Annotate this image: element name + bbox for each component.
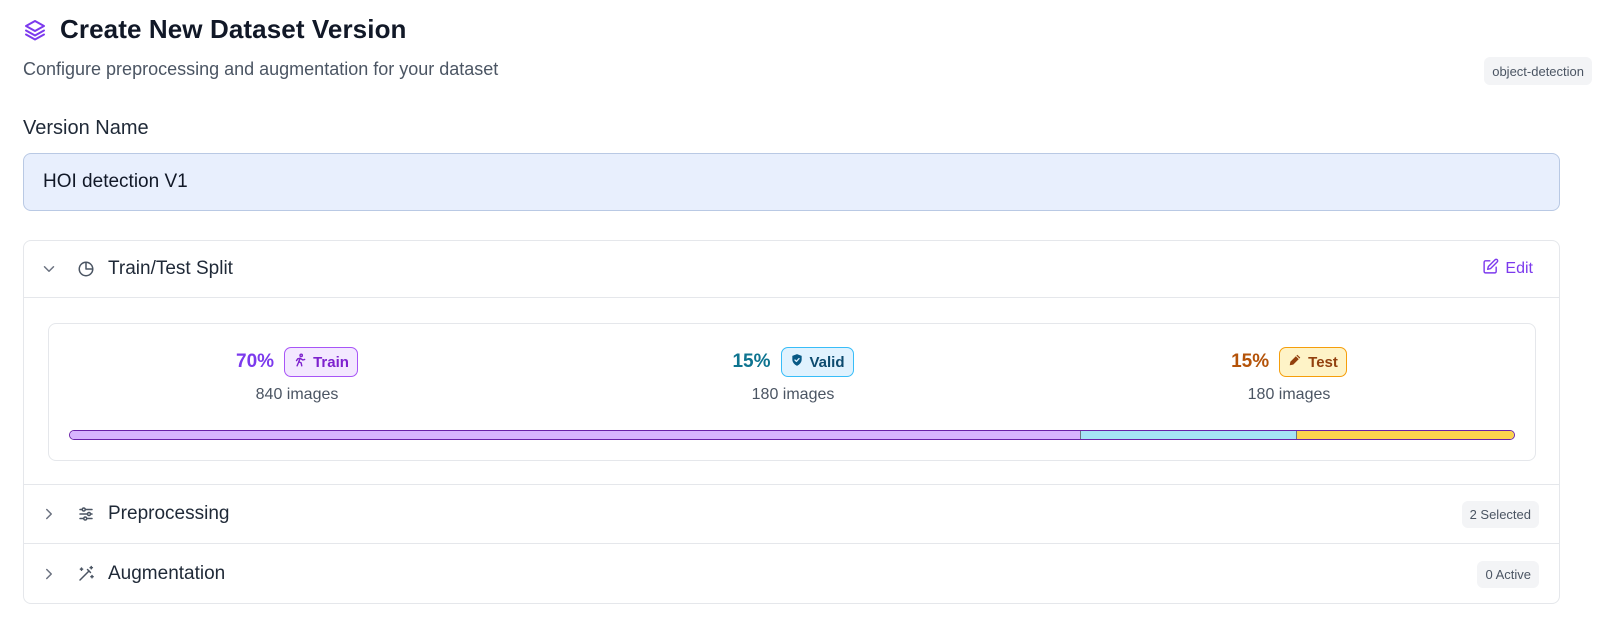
magic-wand-icon <box>76 564 96 584</box>
version-name-label: Version Name <box>23 117 149 139</box>
layers-icon <box>22 17 48 43</box>
split-section-title: Train/Test Split <box>108 258 233 279</box>
test-percent: 15% <box>1231 351 1270 372</box>
pencil-icon <box>1288 353 1302 371</box>
train-image-count: 840 images <box>255 386 339 403</box>
test-image-count: 180 images <box>1247 386 1331 403</box>
augmentation-count-badge: 0 Active <box>1477 560 1539 588</box>
train-column: 70% Train 840 images <box>49 346 545 404</box>
valid-segment <box>1080 431 1298 439</box>
edit-label: Edit <box>1505 260 1533 277</box>
page-subtitle: Configure preprocessing and augmentation… <box>23 59 499 79</box>
settings-panel: Train/Test Split Edit 70% Train 840 imag… <box>23 240 1560 604</box>
edit-split-button[interactable]: Edit <box>1482 258 1533 280</box>
valid-image-count: 180 images <box>751 386 835 403</box>
valid-chip-label: Valid <box>809 353 845 371</box>
project-type-badge: object-detection <box>1484 57 1592 85</box>
train-segment <box>70 431 1081 439</box>
augmentation-section-header[interactable]: Augmentation 0 Active <box>24 544 1559 604</box>
split-section-body: 70% Train 840 images 15% Valid 180 image… <box>24 298 1559 484</box>
edit-icon <box>1482 258 1499 280</box>
split-section-header[interactable]: Train/Test Split Edit <box>24 241 1559 298</box>
preprocessing-section-title: Preprocessing <box>108 503 230 524</box>
test-chip: Test <box>1279 347 1347 377</box>
running-person-icon <box>293 353 307 371</box>
augmentation-section-title: Augmentation <box>108 563 226 584</box>
shield-check-icon <box>790 353 804 371</box>
preprocessing-count-badge: 2 Selected <box>1461 500 1539 528</box>
valid-chip: Valid <box>780 347 854 377</box>
page-header: Create New Dataset Version <box>22 14 407 45</box>
train-chip-label: Train <box>313 353 349 371</box>
valid-percent: 15% <box>732 351 771 372</box>
version-name-input[interactable] <box>23 153 1560 211</box>
test-segment <box>1297 431 1514 439</box>
train-percent: 70% <box>236 351 275 372</box>
chevron-right-icon[interactable] <box>38 503 60 525</box>
chevron-down-icon[interactable] <box>38 258 60 280</box>
split-progress-bar <box>69 430 1515 440</box>
sliders-icon <box>76 504 96 524</box>
preprocessing-section-header[interactable]: Preprocessing 2 Selected <box>24 485 1559 543</box>
test-chip-label: Test <box>1308 353 1338 371</box>
valid-column: 15% Valid 180 images <box>545 346 1041 404</box>
chevron-right-icon[interactable] <box>38 563 60 585</box>
pie-chart-icon <box>76 259 96 279</box>
train-chip: Train <box>284 347 358 377</box>
test-column: 15% Test 180 images <box>1041 346 1537 404</box>
page-title: Create New Dataset Version <box>60 14 407 44</box>
split-card: 70% Train 840 images 15% Valid 180 image… <box>48 323 1536 461</box>
